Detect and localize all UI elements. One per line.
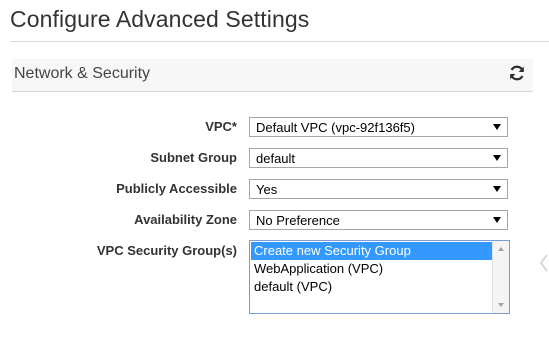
chevron-down-icon <box>493 186 501 192</box>
title-divider <box>10 41 549 42</box>
chevron-down-icon <box>493 124 501 130</box>
subnet-group-select-value: default <box>256 151 296 166</box>
publicly-accessible-select[interactable]: Yes <box>249 179 508 199</box>
subnet-group-row: Subnet Group default <box>0 148 549 168</box>
security-group-option[interactable]: Create new Security Group <box>251 242 492 260</box>
chevron-down-icon <box>493 155 501 161</box>
subnet-group-label: Subnet Group <box>150 150 237 165</box>
availability-zone-label: Availability Zone <box>134 212 237 227</box>
vpc-row: VPC* Default VPC (vpc-92f136f5) <box>0 117 549 137</box>
security-group-option[interactable]: default (VPC) <box>251 278 492 296</box>
network-security-section-header: Network & Security <box>12 59 533 92</box>
publicly-accessible-row: Publicly Accessible Yes <box>0 179 549 199</box>
availability-zone-select[interactable]: No Preference <box>249 210 508 230</box>
security-groups-listbox[interactable]: Create new Security Group WebApplication… <box>249 240 510 314</box>
publicly-accessible-label: Publicly Accessible <box>116 181 237 196</box>
availability-zone-select-value: No Preference <box>256 213 340 228</box>
security-groups-label: VPC Security Group(s) <box>96 243 237 258</box>
vpc-select-value: Default VPC (vpc-92f136f5) <box>256 120 415 135</box>
refresh-button[interactable] <box>506 62 528 84</box>
scroll-up-arrow-icon[interactable] <box>498 247 504 251</box>
scroll-down-arrow-icon[interactable] <box>498 303 504 307</box>
subnet-group-select[interactable]: default <box>249 148 508 168</box>
vpc-label: VPC* <box>205 119 237 134</box>
chevron-left-icon[interactable] <box>538 253 549 273</box>
chevron-down-icon <box>493 217 501 223</box>
security-group-option[interactable]: WebApplication (VPC) <box>251 260 492 278</box>
page-title: Configure Advanced Settings <box>10 6 310 32</box>
listbox-scrollbar[interactable] <box>492 241 509 313</box>
vpc-select[interactable]: Default VPC (vpc-92f136f5) <box>249 117 508 137</box>
section-title: Network & Security <box>14 65 151 82</box>
refresh-icon <box>510 65 524 81</box>
availability-zone-row: Availability Zone No Preference <box>0 210 549 230</box>
publicly-accessible-select-value: Yes <box>256 182 278 197</box>
